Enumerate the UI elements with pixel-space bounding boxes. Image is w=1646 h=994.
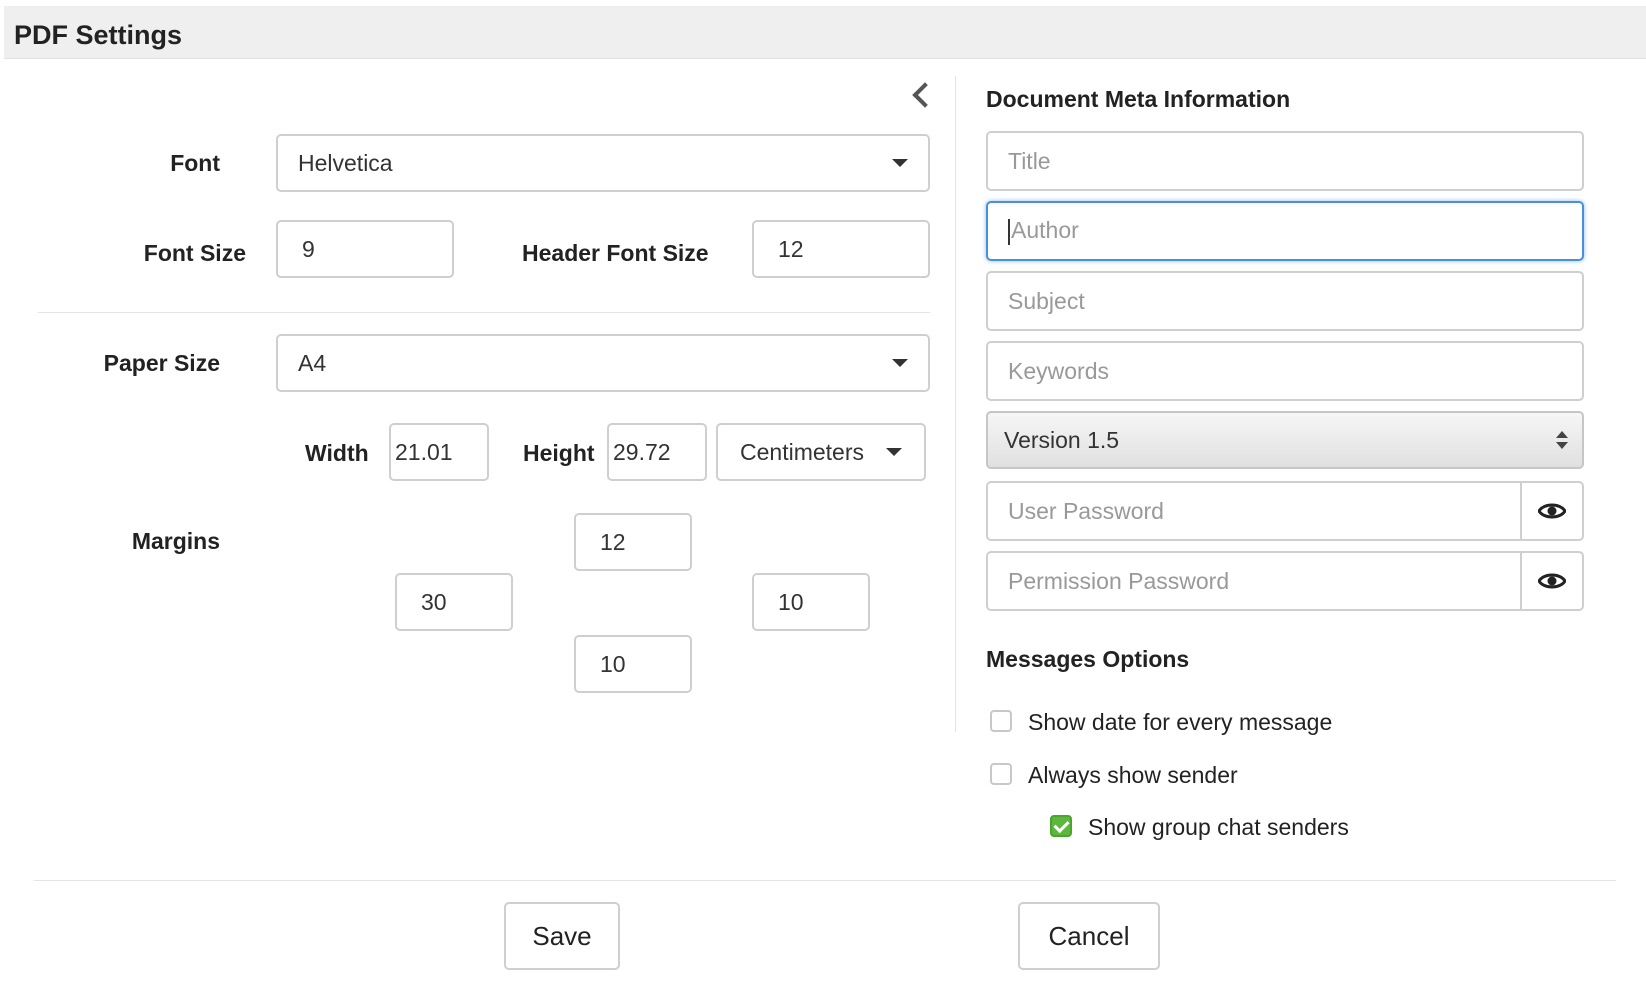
width-label: Width — [305, 440, 369, 466]
select-arrows-icon — [1556, 431, 1568, 449]
author-placeholder: Author — [1011, 217, 1079, 244]
pdf-settings-dialog: PDF Settings Font Helvetica Font Size 9 … — [4, 6, 1646, 994]
user-password-placeholder: User Password — [1008, 497, 1164, 524]
unit-select[interactable]: Centimeters — [716, 423, 926, 481]
font-select-value: Helvetica — [298, 149, 393, 176]
margin-top-input[interactable]: 12 — [574, 513, 692, 571]
permission-password-placeholder: Permission Password — [1008, 567, 1230, 594]
height-label: Height — [523, 440, 595, 466]
title-placeholder: Title — [1008, 147, 1051, 174]
toggle-permission-password-button[interactable] — [1520, 551, 1584, 611]
paper-size-label: Paper Size — [103, 350, 220, 376]
show-date-label[interactable]: Show date for every message — [1028, 709, 1332, 736]
margin-left-value: 30 — [421, 588, 447, 615]
chevron-down-icon — [892, 359, 908, 367]
pdf-version-select[interactable]: Version 1.5 — [986, 411, 1584, 469]
margin-top-value: 12 — [600, 528, 626, 555]
font-size-value: 9 — [302, 235, 315, 262]
font-label: Font — [170, 150, 220, 176]
keywords-placeholder: Keywords — [1008, 357, 1109, 384]
font-size-label: Font Size — [143, 240, 246, 266]
font-select[interactable]: Helvetica — [276, 134, 930, 192]
messages-heading: Messages Options — [986, 646, 1190, 672]
eye-icon — [1538, 503, 1566, 519]
column-divider — [955, 76, 956, 732]
subject-input[interactable]: Subject — [986, 271, 1584, 331]
eye-icon — [1538, 573, 1566, 589]
dialog-header: PDF Settings — [4, 6, 1646, 59]
margin-left-input[interactable]: 30 — [395, 573, 513, 631]
margin-bottom-input[interactable]: 10 — [574, 635, 692, 693]
title-input[interactable]: Title — [986, 131, 1584, 191]
margin-right-input[interactable]: 10 — [752, 573, 870, 631]
show-group-chat-senders-checkbox[interactable] — [1050, 815, 1072, 837]
text-cursor — [1008, 218, 1010, 245]
header-font-size-label: Header Font Size — [522, 240, 709, 266]
paper-height-input[interactable]: 29.72 — [607, 423, 707, 481]
save-button[interactable]: Save — [504, 902, 620, 970]
paper-width-value: 21.01 — [395, 438, 453, 465]
footer-divider — [34, 880, 1616, 881]
margins-label: Margins — [131, 528, 220, 554]
font-size-input[interactable]: 9 — [276, 220, 454, 278]
always-show-sender-label[interactable]: Always show sender — [1028, 762, 1238, 789]
paper-size-select[interactable]: A4 — [276, 334, 930, 392]
toggle-user-password-button[interactable] — [1520, 481, 1584, 541]
pdf-version-value: Version 1.5 — [1004, 426, 1120, 453]
user-password-input[interactable]: User Password — [986, 481, 1520, 541]
unit-select-value: Centimeters — [740, 438, 864, 465]
margin-bottom-value: 10 — [600, 650, 626, 677]
section-divider — [38, 312, 930, 313]
header-font-size-input[interactable]: 12 — [752, 220, 930, 278]
author-input[interactable]: Author — [986, 201, 1584, 261]
margin-right-value: 10 — [778, 588, 804, 615]
paper-size-value: A4 — [298, 349, 327, 376]
show-date-checkbox[interactable] — [990, 710, 1012, 732]
paper-width-input[interactable]: 21.01 — [389, 423, 489, 481]
dialog-title: PDF Settings — [14, 20, 183, 50]
chevron-down-icon — [886, 448, 902, 456]
paper-height-value: 29.72 — [613, 438, 671, 465]
collapse-chevron-icon[interactable] — [912, 82, 938, 108]
permission-password-input[interactable]: Permission Password — [986, 551, 1520, 611]
always-show-sender-checkbox[interactable] — [990, 763, 1012, 785]
keywords-input[interactable]: Keywords — [986, 341, 1584, 401]
subject-placeholder: Subject — [1008, 287, 1085, 314]
header-font-size-value: 12 — [778, 235, 804, 262]
show-group-chat-senders-label[interactable]: Show group chat senders — [1088, 814, 1349, 841]
cancel-button[interactable]: Cancel — [1018, 902, 1160, 970]
chevron-down-icon — [892, 159, 908, 167]
meta-heading: Document Meta Information — [986, 86, 1291, 112]
